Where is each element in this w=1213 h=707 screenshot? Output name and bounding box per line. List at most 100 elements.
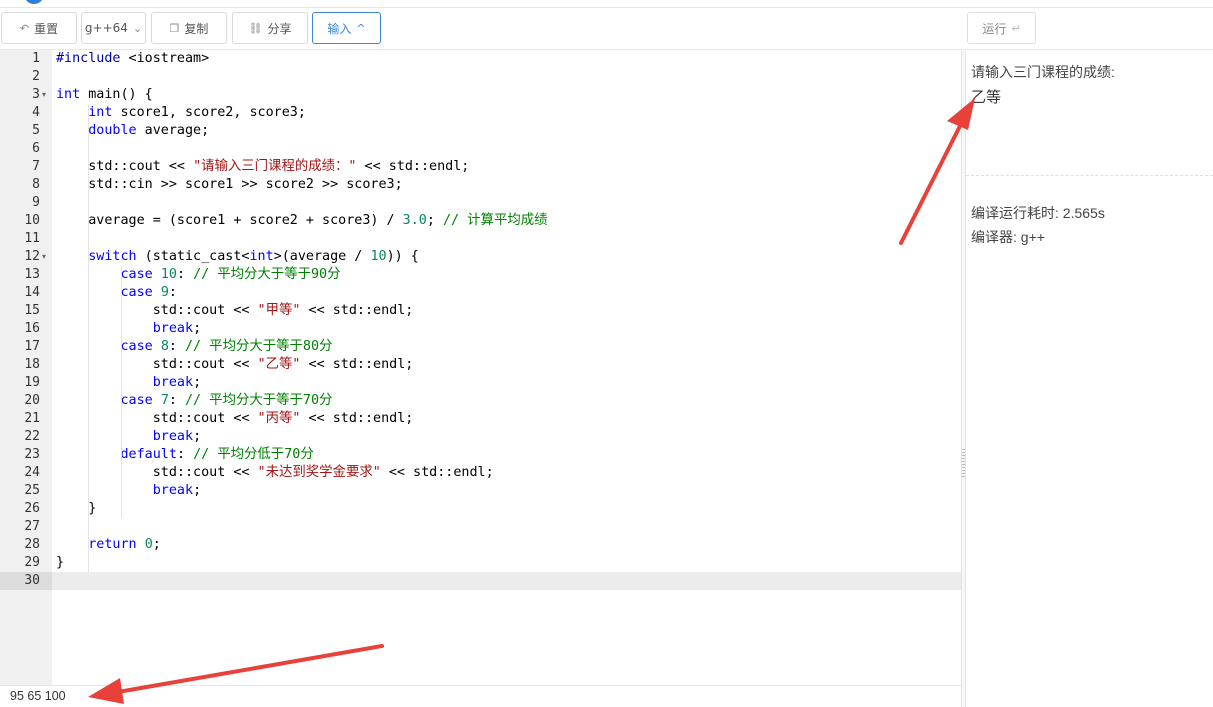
- code-line[interactable]: 9: [0, 194, 961, 212]
- code-line[interactable]: 12 ▾ switch (static_cast<int>(average / 1…: [0, 248, 961, 266]
- code-line[interactable]: 7 std::cout << "请输入三门课程的成绩：" << std::end…: [0, 158, 961, 176]
- indent-guide: [88, 104, 90, 572]
- compiler-select[interactable]: g++64 ⌄: [81, 12, 146, 44]
- line-number: 28: [24, 537, 40, 552]
- line-number: 17: [24, 339, 40, 354]
- reset-button-label: 重置: [34, 21, 59, 36]
- line-number: 25: [24, 483, 40, 498]
- code-text: case 8: // 平均分大于等于80分: [120, 339, 333, 354]
- code-text: std::cout << "甲等" << std::endl;: [56, 303, 414, 318]
- line-number: 5: [32, 123, 40, 138]
- code-line[interactable]: 27: [0, 518, 961, 536]
- code-text: std::cout << "乙等" << std::endl;: [56, 357, 414, 372]
- code-line[interactable]: 17 case 8: // 平均分大于等于80分: [0, 338, 961, 356]
- code-line[interactable]: 2: [0, 68, 961, 86]
- code-line[interactable]: 29}: [0, 554, 961, 572]
- code-line[interactable]: 22 break;: [0, 428, 961, 446]
- code-text: return 0;: [88, 537, 161, 552]
- code-text: break;: [152, 483, 202, 498]
- line-number: 12: [24, 249, 40, 264]
- run-button-label: 运行: [982, 21, 1007, 36]
- code-line[interactable]: 3 ▾ int main() {: [0, 86, 961, 104]
- code-line[interactable]: 8 std::cin >> score1 >> score2 >> score3…: [0, 176, 961, 194]
- line-number: 16: [24, 321, 40, 336]
- reset-button[interactable]: ↶ 重置: [1, 12, 77, 44]
- top-strip: [0, 0, 1213, 8]
- run-button[interactable]: 运行 ↵: [967, 12, 1036, 44]
- code-text: std::cin >> score1 >> score2 >> score3;: [56, 177, 403, 192]
- code-line[interactable]: 4 int score1, score2, score3;: [0, 104, 961, 122]
- code-text: std::cout << "未达到奖学金要求" << std::endl;: [56, 465, 494, 480]
- line-number: 9: [32, 195, 40, 210]
- code-line[interactable]: 23 default: // 平均分低于70分: [0, 446, 961, 464]
- code-line[interactable]: 6: [0, 140, 961, 158]
- code-line[interactable]: 21 std::cout << "丙等" << std::endl;: [0, 410, 961, 428]
- run-toolbar: 运行 ↵: [966, 9, 1213, 49]
- code-line[interactable]: 1 #include <iostream>: [0, 50, 961, 68]
- line-number: 22: [24, 429, 40, 444]
- code-line[interactable]: 28 return 0;: [0, 536, 961, 554]
- line-number: 13: [24, 267, 40, 282]
- return-icon: ↵: [1011, 21, 1021, 35]
- code-editor[interactable]: 1 #include <iostream> 2 3 ▾ int main() { 4 int…: [0, 49, 961, 685]
- code-text: break;: [152, 375, 202, 390]
- code-line[interactable]: 30: [0, 572, 961, 590]
- code-line[interactable]: 13 case 10: // 平均分大于等于90分: [0, 266, 961, 284]
- input-toggle-label: 输入: [327, 21, 352, 36]
- compiler-info-line: 编译器: g++: [971, 229, 1045, 245]
- line-number: 7: [32, 159, 40, 174]
- fold-toggle-icon[interactable]: ▾: [42, 248, 46, 266]
- share-button-label: 分享: [267, 21, 292, 36]
- code-line[interactable]: 20 case 7: // 平均分大于等于70分: [0, 392, 961, 410]
- stdin-panel[interactable]: 95 65 100: [0, 685, 961, 707]
- code-line[interactable]: 25 break;: [0, 482, 961, 500]
- code-line[interactable]: 5 double average;: [0, 122, 961, 140]
- output-result-line: 乙等: [971, 89, 1002, 106]
- code-text: std::cout << "请输入三门课程的成绩：" << std::endl;: [56, 159, 470, 174]
- compile-time-line: 编译运行耗时: 2.565s: [971, 205, 1105, 221]
- line-number: 6: [32, 141, 40, 156]
- indent-guide: [120, 266, 122, 518]
- share-button[interactable]: ⛓ 分享: [232, 12, 308, 44]
- code-text: switch (static_cast<int>(average / 10)) …: [88, 249, 419, 264]
- drag-handle-icon[interactable]: [962, 449, 965, 477]
- copy-button[interactable]: ❐ 复制: [151, 12, 227, 44]
- code-text: case 7: // 平均分大于等于70分: [120, 393, 333, 408]
- code-line[interactable]: 19 break;: [0, 374, 961, 392]
- output-prompt-line: 请输入三门课程的成绩:: [971, 64, 1115, 80]
- output-separator: [966, 175, 1213, 176]
- code-line[interactable]: 26 }: [0, 500, 961, 518]
- code-line[interactable]: 24 std::cout << "未达到奖学金要求" << std::endl;: [0, 464, 961, 482]
- code-line[interactable]: 16 break;: [0, 320, 961, 338]
- fold-toggle-icon[interactable]: ▾: [42, 86, 46, 104]
- line-number: 14: [24, 285, 40, 300]
- code-text: std::cout << "丙等" << std::endl;: [56, 411, 414, 426]
- code-text: break;: [152, 321, 202, 336]
- line-number: 4: [32, 105, 40, 120]
- line-number: 26: [24, 501, 40, 516]
- code-line[interactable]: 10 average = (score1 + score2 + score3) …: [0, 212, 961, 230]
- code-text: case 9:: [120, 285, 177, 300]
- line-number: 2: [32, 69, 40, 84]
- logo-icon: [24, 0, 44, 4]
- input-toggle-button[interactable]: 输入 ^: [312, 12, 381, 44]
- code-line[interactable]: 14 case 9:: [0, 284, 961, 302]
- line-number: 1: [32, 51, 40, 66]
- code-text: int main() {: [56, 87, 153, 102]
- line-number: 27: [24, 519, 40, 534]
- line-number: 20: [24, 393, 40, 408]
- code-line[interactable]: 11: [0, 230, 961, 248]
- code-text: #include <iostream>: [56, 51, 210, 66]
- line-number: 19: [24, 375, 40, 390]
- copy-button-label: 复制: [184, 21, 209, 36]
- chevron-down-icon: ⌄: [132, 21, 143, 35]
- line-number: 23: [24, 447, 40, 462]
- line-number: 18: [24, 357, 40, 372]
- code-text: }: [56, 501, 97, 516]
- link-icon: ⛓: [248, 21, 263, 35]
- code-text: default: // 平均分低于70分: [120, 447, 314, 462]
- code-text: average = (score1 + score2 + score3) / 3…: [56, 213, 548, 228]
- code-line[interactable]: 15 std::cout << "甲等" << std::endl;: [0, 302, 961, 320]
- code-line[interactable]: 18 std::cout << "乙等" << std::endl;: [0, 356, 961, 374]
- stdin-value[interactable]: 95 65 100: [10, 689, 66, 703]
